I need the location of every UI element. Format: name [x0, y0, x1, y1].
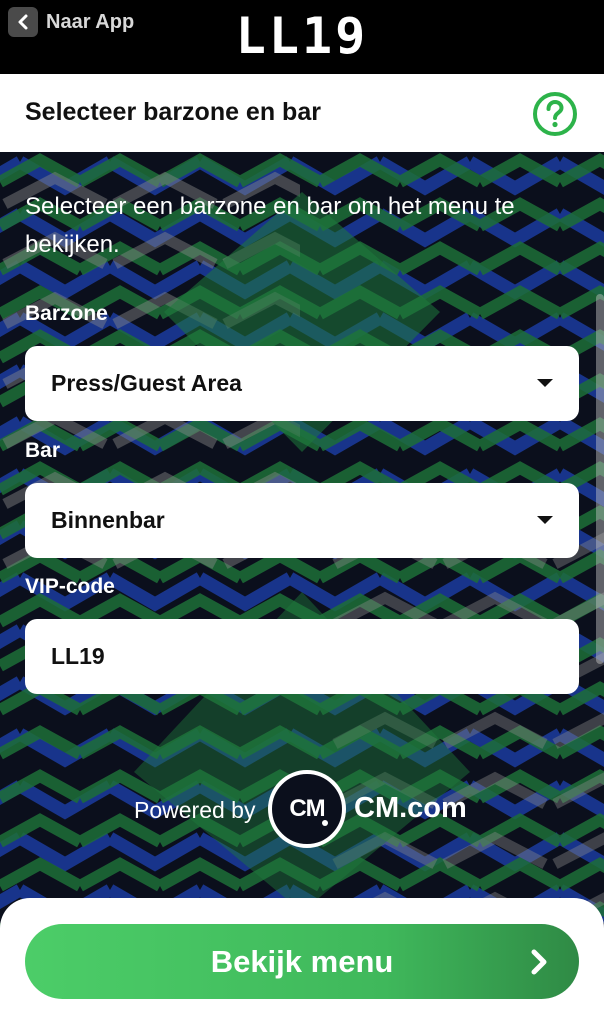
- dropdown-caret-icon: [537, 516, 553, 524]
- cm-logo-text: CM: [289, 795, 325, 822]
- powered-by: Powered by CM CM.com: [0, 768, 604, 848]
- app-topbar: Naar App LL19: [0, 0, 604, 74]
- page-header: Selecteer barzone en bar: [0, 74, 604, 152]
- vip-code-value: LL19: [51, 643, 105, 669]
- cm-logo-dot: [322, 820, 328, 826]
- cm-logo: CM: [268, 770, 346, 848]
- question-circle-icon: [533, 92, 577, 136]
- powered-by-text: Powered by: [134, 797, 256, 823]
- bar-select[interactable]: Binnenbar: [25, 483, 579, 558]
- page-title: Selecteer barzone en bar: [25, 98, 321, 126]
- barzone-select[interactable]: Press/Guest Area: [25, 346, 579, 421]
- vip-code-label: VIP-code: [25, 575, 115, 598]
- content-area: Selecteer een barzone en bar om het menu…: [0, 152, 604, 1024]
- barzone-label: Barzone: [25, 302, 108, 325]
- barzone-value: Press/Guest Area: [51, 370, 242, 396]
- bar-value: Binnenbar: [51, 507, 165, 533]
- scrollbar[interactable]: [596, 294, 604, 664]
- help-button[interactable]: [532, 91, 578, 137]
- vip-code-input[interactable]: LL19: [25, 619, 579, 694]
- intro-text: Selecteer een barzone en bar om het menu…: [25, 193, 515, 258]
- bottom-panel: Bekijk menu: [0, 898, 604, 1024]
- dropdown-caret-icon: [537, 379, 553, 387]
- chevron-right-icon: [531, 949, 547, 975]
- cm-brand-text: CM.com: [354, 792, 467, 824]
- bar-label: Bar: [25, 439, 61, 462]
- view-menu-button[interactable]: Bekijk menu: [25, 924, 579, 999]
- view-menu-label: Bekijk menu: [210, 943, 394, 979]
- event-logo: LL19: [235, 7, 369, 65]
